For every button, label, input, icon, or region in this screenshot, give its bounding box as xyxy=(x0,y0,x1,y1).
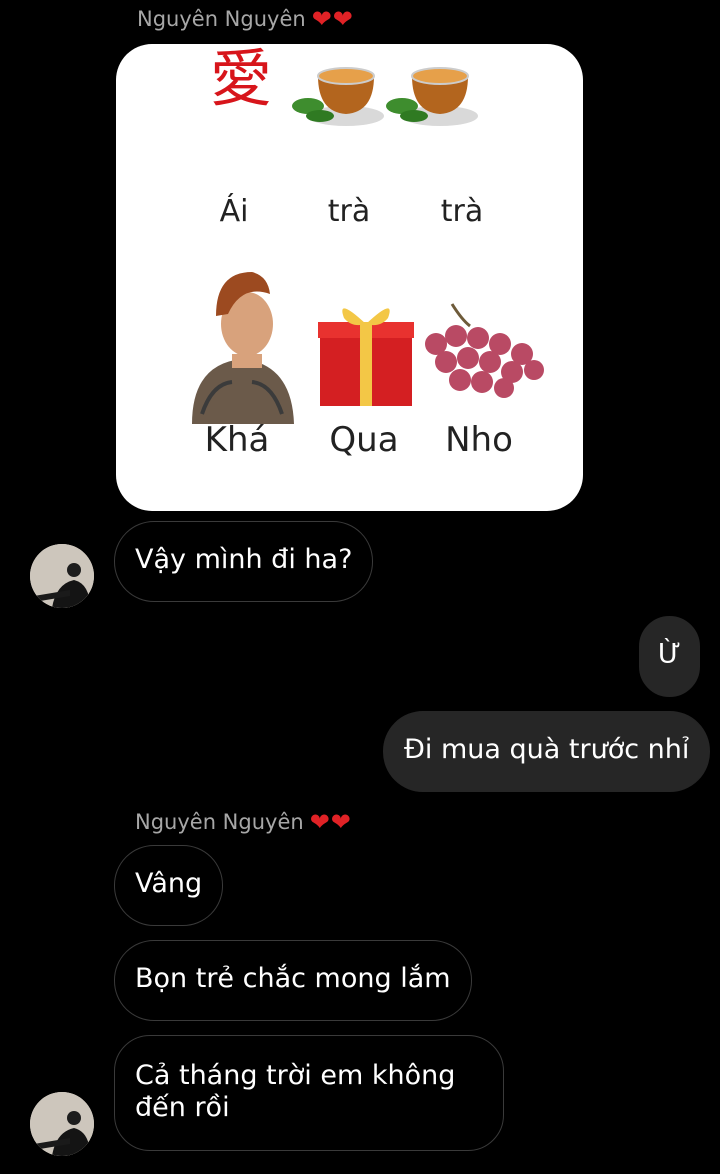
rebus-word: trà xyxy=(440,194,484,229)
rebus-word: trà xyxy=(327,194,371,229)
message-bubble-incoming[interactable]: Vậy mình đi ha? xyxy=(114,521,374,602)
message-bubble-outgoing[interactable]: Ừ xyxy=(639,616,700,697)
rebus-word: Nho xyxy=(445,420,513,460)
message-text: Cả tháng trời em không đến rồi xyxy=(135,1060,456,1123)
tea-cup-icon xyxy=(386,67,478,126)
gift-box-picture xyxy=(318,308,414,406)
hearts: ❤ ❤ xyxy=(312,7,353,31)
heart-icon: ❤ xyxy=(311,5,332,33)
hanzi-character: 愛 xyxy=(210,44,273,115)
rebus-word: Khá xyxy=(204,420,270,460)
message-text: Vậy mình đi ha? xyxy=(135,544,353,575)
heart-icon: ❤ xyxy=(332,5,353,33)
heart-icon: ❤ xyxy=(330,808,351,836)
avatar[interactable] xyxy=(30,1092,94,1156)
message-text: Ừ xyxy=(657,639,682,670)
sender-name[interactable]: Nguyên Nguyên ❤ ❤ xyxy=(137,7,353,31)
message-bubble-outgoing[interactable]: Đi mua quà trước nhỉ xyxy=(383,711,711,792)
heart-icon: ❤ xyxy=(309,808,330,836)
rebus-word: Ái xyxy=(219,194,249,229)
avatar[interactable] xyxy=(30,544,94,608)
grapes-picture xyxy=(425,303,544,398)
hearts: ❤ ❤ xyxy=(310,810,351,834)
rebus-word: Qua xyxy=(329,420,399,460)
sender-name-text: Nguyên Nguyên xyxy=(135,810,304,834)
image-message[interactable]: 愛 Ái trà trà Khá Qua Nho xyxy=(116,44,583,511)
sender-name-text: Nguyên Nguyên xyxy=(137,7,306,31)
message-text: Vâng xyxy=(135,868,203,899)
sender-name[interactable]: Nguyên Nguyên ❤ ❤ xyxy=(135,810,351,834)
message-text: Bọn trẻ chắc mong lắm xyxy=(135,963,451,994)
message-text: Đi mua quà trước nhỉ xyxy=(404,734,690,765)
message-bubble-incoming[interactable]: Bọn trẻ chắc mong lắm xyxy=(114,940,472,1021)
message-bubble-incoming[interactable]: Cả tháng trời em không đến rồi xyxy=(114,1035,504,1151)
tea-cup-icon xyxy=(292,67,384,126)
person-picture xyxy=(192,272,294,424)
message-bubble-incoming[interactable]: Vâng xyxy=(114,845,224,926)
